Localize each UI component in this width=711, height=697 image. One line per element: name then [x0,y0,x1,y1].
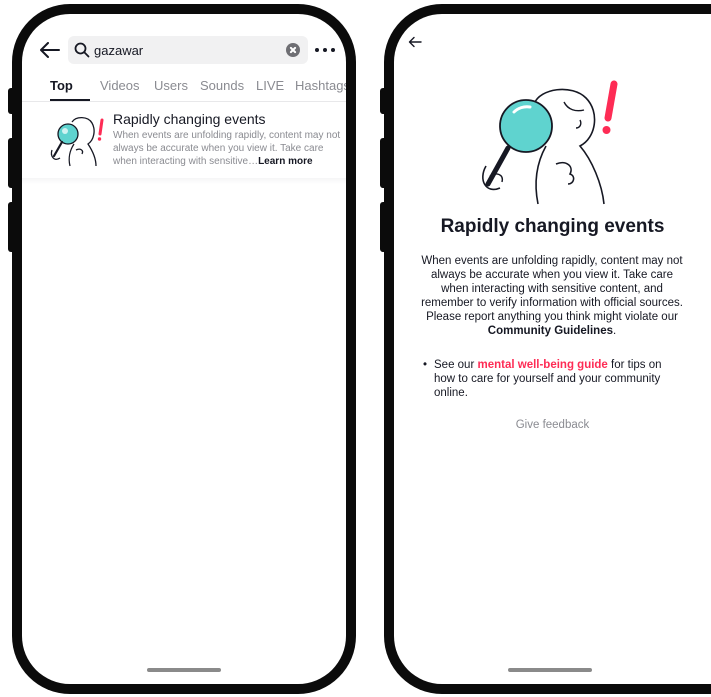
search-header [22,36,346,64]
tab-top[interactable]: Top [50,78,73,93]
give-feedback-button[interactable]: Give feedback [394,419,711,431]
info-body: When events are unfolding rapidly, conte… [420,254,684,338]
info-title: Rapidly changing events [440,216,665,237]
clear-icon[interactable] [286,43,300,57]
learn-more-link[interactable]: Learn more [258,156,312,167]
magnifier-person-illustration [50,116,104,167]
phone-volume-up-button [8,138,14,188]
mental-well-being-guide-link[interactable]: mental well-being guide [477,359,607,371]
search-icon [74,42,90,58]
rapidly-changing-events-notice[interactable]: Rapidly changing events When events are … [22,110,346,176]
phone-volume-up-button [380,138,386,188]
home-indicator[interactable] [508,668,592,672]
info-screen: Rapidly changing events When events are … [394,14,711,684]
phone-volume-down-button [380,202,386,252]
home-indicator[interactable] [147,668,221,672]
search-box[interactable] [68,36,308,64]
info-body-end: . [613,325,617,337]
arrow-left-icon[interactable] [40,42,60,58]
magnifier-person-illustration [482,80,618,205]
phone-mute-button [8,88,14,114]
phone-left: Top Videos Users Sounds LIVE Hashtags Ra… [8,4,356,694]
community-guidelines-link[interactable]: Community Guidelines [488,325,613,337]
tab-live[interactable]: LIVE [256,78,284,93]
search-results-screen: Top Videos Users Sounds LIVE Hashtags Ra… [22,14,346,684]
info-body-text: When events are unfolding rapidly, conte… [421,255,683,323]
search-input[interactable] [94,40,274,60]
tips-prefix: See our [434,359,478,371]
phone-right: Rapidly changing events When events are … [380,4,711,694]
notice-title: Rapidly changing events [113,111,266,127]
active-tab-indicator [50,99,90,101]
wellbeing-tips: • See our mental well-being guide for ti… [423,358,684,400]
tab-sounds[interactable]: Sounds [200,78,244,93]
phone-mute-button [380,88,386,114]
notice-body: When events are unfolding rapidly, conte… [113,129,341,168]
tab-users[interactable]: Users [154,78,188,93]
tab-hashtags[interactable]: Hashtags [295,78,346,93]
arrow-left-icon[interactable] [408,36,422,48]
tab-videos[interactable]: Videos [100,78,140,93]
card-divider [22,178,346,184]
phone-volume-down-button [8,202,14,252]
bullet: • [423,359,428,371]
more-icon[interactable] [314,48,336,54]
search-tabs: Top Videos Users Sounds LIVE Hashtags [22,76,346,102]
